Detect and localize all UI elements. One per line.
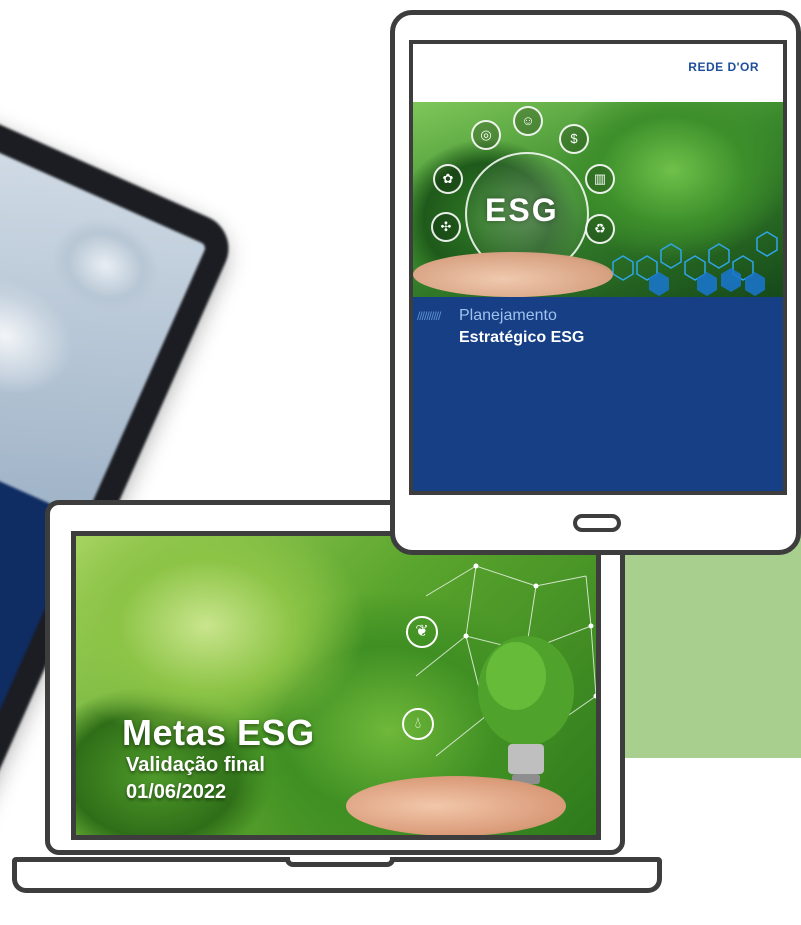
esg-hero-image: ESG ◎ ☺ $ ▥ ✿ ✣ ♻ <box>413 102 783 297</box>
hand-image <box>413 252 613 297</box>
hand-image <box>346 776 566 835</box>
metas-title: Metas ESG <box>122 712 315 753</box>
esg-hero-label: ESG <box>485 192 559 228</box>
brand-logo: REDE D'OR <box>688 60 759 74</box>
tablet-home-button[interactable] <box>573 514 621 532</box>
laptop-screen: ❦ 💧︎ Metas ESG Validação final 01/06/202… <box>71 531 601 840</box>
laptop-trackpad-notch <box>285 857 395 867</box>
estrategico-esg-label: Estratégico ESG <box>459 329 585 346</box>
hexagon-pattern <box>612 231 778 296</box>
leaf-icon: ❦ <box>406 616 438 648</box>
wind-turbine-icon: ✣ <box>431 212 461 242</box>
dollar-icon: $ <box>559 124 589 154</box>
metas-subtitle: Validação final <box>126 754 265 776</box>
front-tablet-screen: REDE D'OR ESG ◎ ☺ $ ▥ ✿ ✣ ♻ ////////// P… <box>409 40 787 495</box>
title-band: ////////// Planejamento Estratégico ESG <box>413 297 783 491</box>
metas-date: 01/06/2022 <box>126 781 227 803</box>
water-drop-icon: 💧︎ <box>402 708 434 740</box>
decorative-slashes: ////////// <box>417 309 441 323</box>
recycle-icon: ♻ <box>585 214 615 244</box>
people-icon: ☺ <box>513 106 543 136</box>
plant-icon: ✿ <box>433 164 463 194</box>
medical-team-photo <box>0 73 207 520</box>
bank-icon: ▥ <box>585 164 615 194</box>
globe-icon: ◎ <box>471 120 501 150</box>
planejamento-label: Planejamento <box>459 307 557 324</box>
